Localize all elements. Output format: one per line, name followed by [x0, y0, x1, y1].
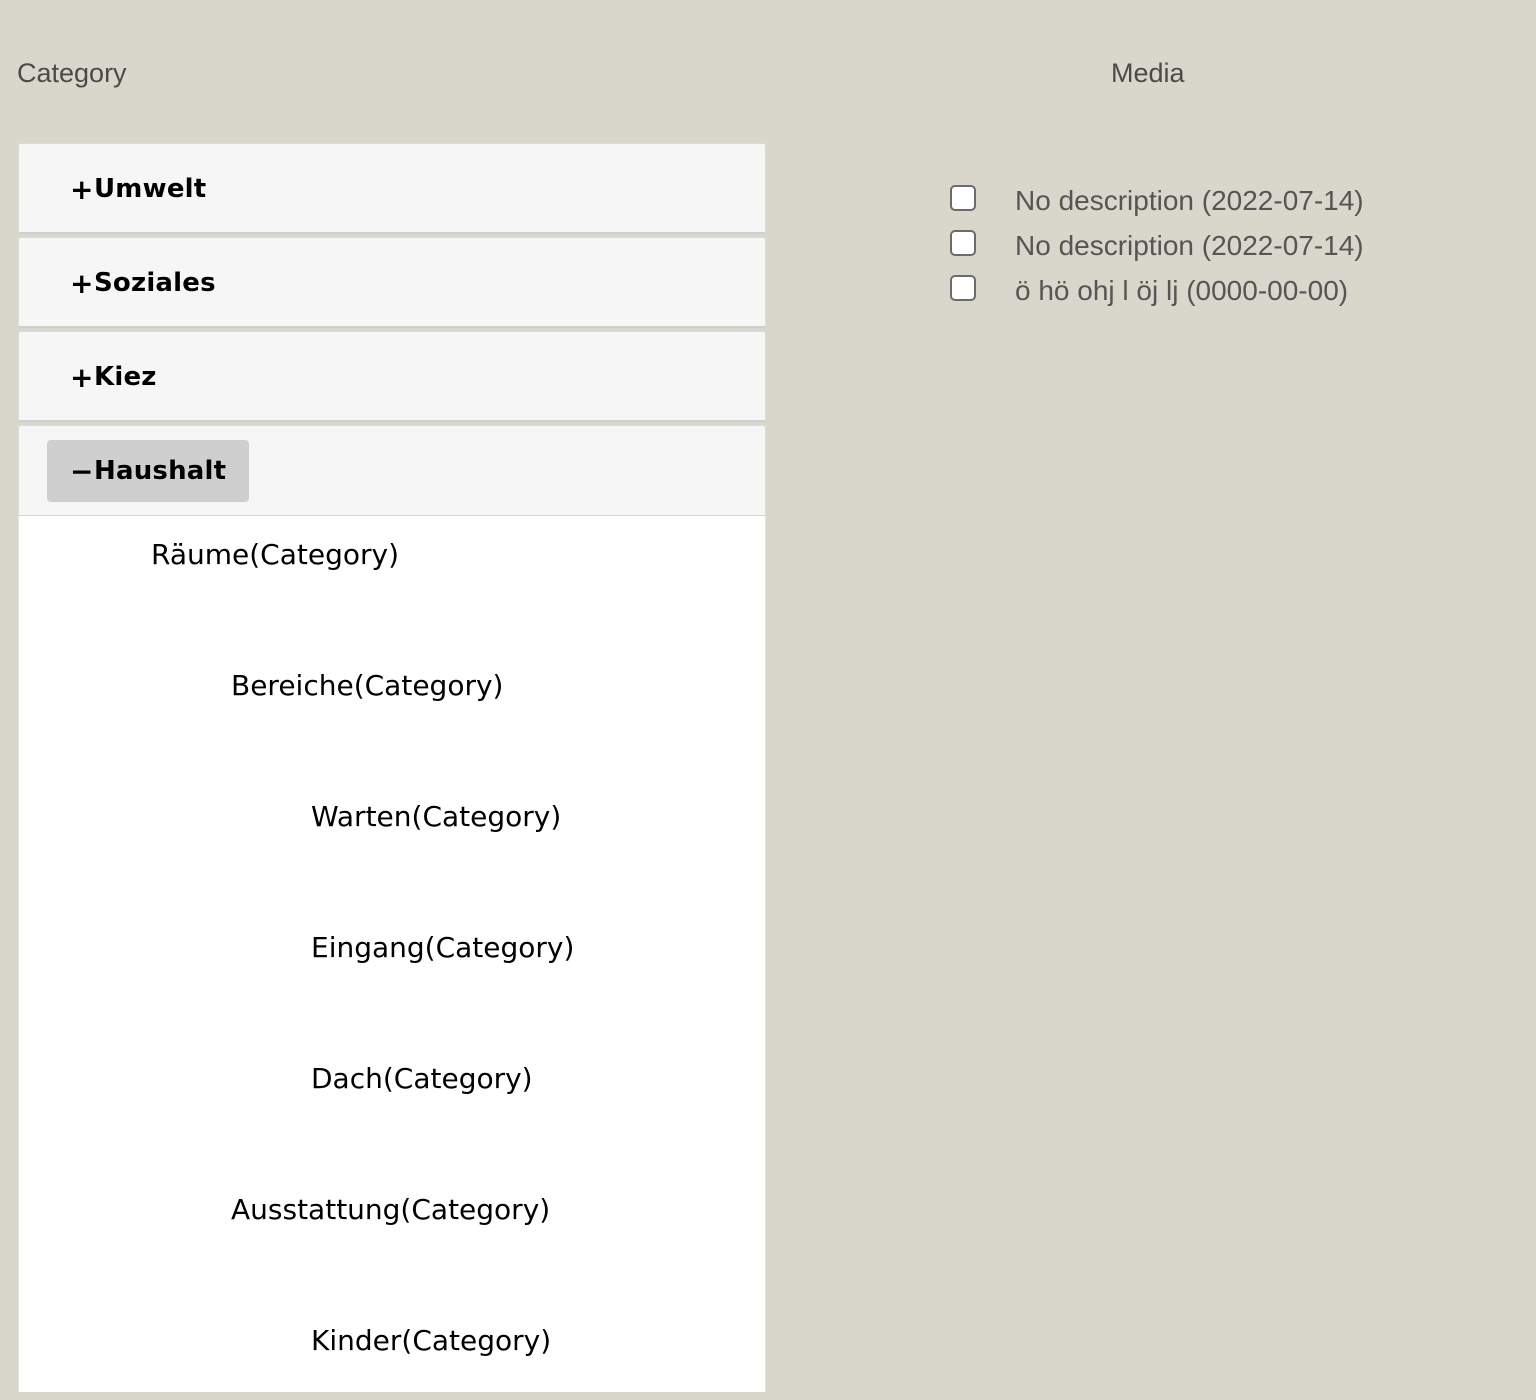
media-checkbox[interactable]: [950, 184, 976, 211]
accordion-label: Kiez: [94, 362, 157, 392]
accordion-panel-kiez: + Kiez: [18, 331, 766, 422]
media-heading: Media: [1111, 58, 1185, 88]
accordion-toggle-umwelt[interactable]: + Umwelt: [47, 158, 229, 220]
plus-icon: +: [70, 360, 94, 394]
accordion-toggle-soziales[interactable]: + Soziales: [47, 252, 239, 314]
media-checkbox[interactable]: [950, 229, 976, 256]
accordion-toggle-haushalt[interactable]: − Haushalt: [47, 440, 250, 502]
tree-item[interactable]: Bereiche(Category): [231, 669, 503, 702]
media-label: No description (2022-07-14): [1015, 184, 1364, 216]
tree-item[interactable]: Eingang(Category): [311, 931, 574, 964]
minus-icon: −: [70, 454, 94, 488]
accordion-label: Haushalt: [94, 456, 227, 486]
media-item: ö hö ohj l öj lj (0000-00-00): [950, 268, 1364, 313]
media-checkbox[interactable]: [950, 274, 976, 301]
accordion-toggle-kiez[interactable]: + Kiez: [47, 346, 180, 408]
media-list: No description (2022-07-14) No descripti…: [950, 178, 1364, 313]
tree-item[interactable]: Warten(Category): [311, 800, 561, 833]
accordion-panel-umwelt: + Umwelt: [18, 143, 766, 234]
media-item: No description (2022-07-14): [950, 178, 1364, 223]
accordion-label: Umwelt: [94, 174, 207, 204]
accordion-panel-haushalt: − Haushalt: [18, 425, 766, 516]
tree-item[interactable]: Ausstattung(Category): [231, 1193, 550, 1226]
category-tree: Räume(Category) Bereiche(Category) Warte…: [18, 516, 766, 1392]
plus-icon: +: [70, 266, 94, 300]
tree-item[interactable]: Dach(Category): [311, 1062, 533, 1095]
category-heading: Category: [17, 58, 127, 88]
accordion-label: Soziales: [94, 268, 216, 298]
tree-item[interactable]: Räume(Category): [151, 538, 399, 571]
category-accordion: + Umwelt + Soziales + Kiez − Haushalt Rä…: [18, 143, 766, 1392]
media-item: No description (2022-07-14): [950, 223, 1364, 268]
media-label: No description (2022-07-14): [1015, 229, 1364, 261]
accordion-panel-soziales: + Soziales: [18, 237, 766, 328]
tree-item[interactable]: Kinder(Category): [311, 1324, 551, 1357]
plus-icon: +: [70, 172, 94, 206]
media-label: ö hö ohj l öj lj (0000-00-00): [1015, 274, 1349, 306]
